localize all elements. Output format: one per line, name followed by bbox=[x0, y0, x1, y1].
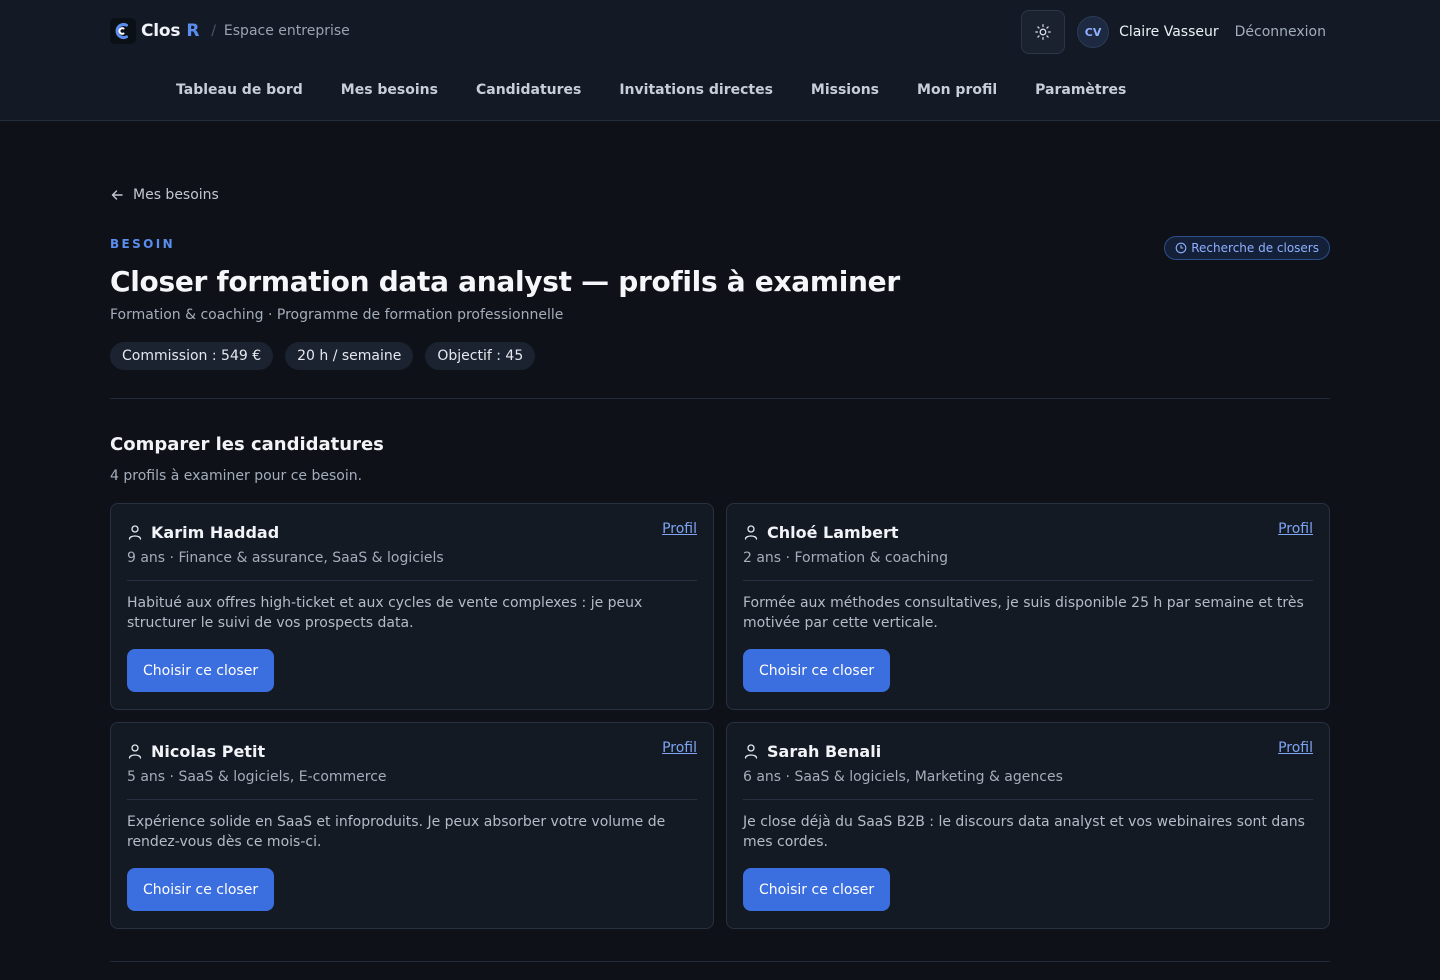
arrow-left-icon bbox=[111, 190, 123, 200]
section-title: Comparer les candidatures bbox=[110, 434, 384, 455]
candidate-meta: 9 ans · Finance & assurance, SaaS & logi… bbox=[127, 550, 444, 566]
nav-item-candidatures[interactable]: Candidatures bbox=[476, 82, 581, 98]
card-divider bbox=[743, 799, 1313, 800]
card-divider bbox=[743, 580, 1313, 581]
brand[interactable]: Clos R / Espace entreprise bbox=[110, 18, 350, 44]
choose-closer-button[interactable]: Choisir ce closer bbox=[743, 649, 891, 692]
candidate-name: Nicolas Petit bbox=[151, 741, 266, 761]
card-divider bbox=[127, 580, 697, 581]
candidate-message: Habitué aux offres high-ticket et aux cy… bbox=[127, 595, 643, 631]
profile-link[interactable]: Profil bbox=[1278, 521, 1313, 537]
user-icon bbox=[128, 525, 142, 540]
card-divider bbox=[127, 799, 697, 800]
choose-closer-button[interactable]: Choisir ce closer bbox=[743, 868, 891, 911]
avatar[interactable]: CV bbox=[1077, 16, 1110, 48]
candidate-name: Chloé Lambert bbox=[767, 522, 899, 542]
commission-chip: Commission : 549 € bbox=[110, 342, 274, 370]
user-icon bbox=[128, 744, 142, 759]
profile-link[interactable]: Profil bbox=[1278, 740, 1313, 756]
candidates-grid: Karim Haddad Profil 9 ans · Finance & as… bbox=[110, 503, 1330, 929]
top-bar: Clos R / Espace entreprise CV Claire Vas… bbox=[0, 0, 1440, 121]
theme-toggle-button[interactable] bbox=[1021, 10, 1066, 54]
brand-separator: / bbox=[211, 23, 216, 39]
choose-closer-button[interactable]: Choisir ce closer bbox=[127, 649, 275, 692]
candidate-message: Je close déjà du SaaS B2B : le discours … bbox=[743, 814, 1305, 850]
nav-item-parametres[interactable]: Paramètres bbox=[1035, 82, 1126, 98]
back-link-label: Mes besoins bbox=[133, 187, 219, 203]
logout-link[interactable]: Déconnexion bbox=[1235, 24, 1326, 40]
nav-item-missions[interactable]: Missions bbox=[811, 82, 879, 98]
clock-icon bbox=[1175, 242, 1187, 254]
profile-link[interactable]: Profil bbox=[662, 740, 697, 756]
workspace-label: Espace entreprise bbox=[223, 23, 350, 39]
candidate-card: Nicolas Petit Profil 5 ans · SaaS & logi… bbox=[110, 722, 714, 929]
candidate-message: Formée aux méthodes consultatives, je su… bbox=[743, 595, 1304, 631]
section-subtitle: 4 profils à examiner pour ce besoin. bbox=[110, 468, 363, 484]
user-icon bbox=[744, 744, 758, 759]
nav-item-invitations-directes[interactable]: Invitations directes bbox=[619, 82, 773, 98]
status-label: Recherche de closers bbox=[1191, 241, 1319, 255]
user-icon bbox=[744, 525, 758, 540]
candidate-card: Karim Haddad Profil 9 ans · Finance & as… bbox=[110, 503, 714, 710]
objective-chip: Objectif : 45 bbox=[425, 342, 536, 370]
besoin-chips: Commission : 549 € 20 h / semaine Object… bbox=[110, 342, 547, 370]
brand-logo-icon bbox=[110, 18, 136, 44]
main-nav: Tableau de bord Mes besoins Candidatures… bbox=[176, 82, 1164, 98]
user-area: CV Claire Vasseur Déconnexion bbox=[1021, 10, 1326, 54]
candidate-name: Karim Haddad bbox=[151, 522, 280, 542]
user-name: Claire Vasseur bbox=[1119, 24, 1219, 40]
status-badge: Recherche de closers bbox=[1164, 236, 1330, 260]
brand-name: Clos bbox=[141, 21, 181, 41]
candidate-message: Expérience solide en SaaS et infoproduit… bbox=[127, 814, 666, 850]
divider bbox=[110, 961, 1330, 962]
candidate-name: Sarah Benali bbox=[767, 741, 882, 761]
candidate-meta: 6 ans · SaaS & logiciels, Marketing & ag… bbox=[743, 769, 1063, 785]
divider bbox=[110, 398, 1330, 399]
candidate-card: Chloé Lambert Profil 2 ans · Formation &… bbox=[726, 503, 1330, 710]
page-subtitle: Formation & coaching · Programme de form… bbox=[110, 307, 564, 323]
nav-item-tableau-de-bord[interactable]: Tableau de bord bbox=[176, 82, 303, 98]
hours-chip: 20 h / semaine bbox=[285, 342, 414, 370]
choose-closer-button[interactable]: Choisir ce closer bbox=[127, 868, 275, 911]
profile-link[interactable]: Profil bbox=[662, 521, 697, 537]
section-eyebrow: BESOIN bbox=[110, 237, 176, 251]
page-title: Closer formation data analyst — profils … bbox=[110, 265, 900, 298]
candidate-meta: 5 ans · SaaS & logiciels, E-commerce bbox=[127, 769, 387, 785]
candidate-card: Sarah Benali Profil 6 ans · SaaS & logic… bbox=[726, 722, 1330, 929]
sun-icon bbox=[1035, 24, 1051, 40]
nav-item-mes-besoins[interactable]: Mes besoins bbox=[341, 82, 438, 98]
brand-suffix: R bbox=[186, 21, 200, 41]
back-link[interactable]: Mes besoins bbox=[110, 187, 219, 203]
nav-item-mon-profil[interactable]: Mon profil bbox=[917, 82, 997, 98]
candidate-meta: 2 ans · Formation & coaching bbox=[743, 550, 948, 566]
